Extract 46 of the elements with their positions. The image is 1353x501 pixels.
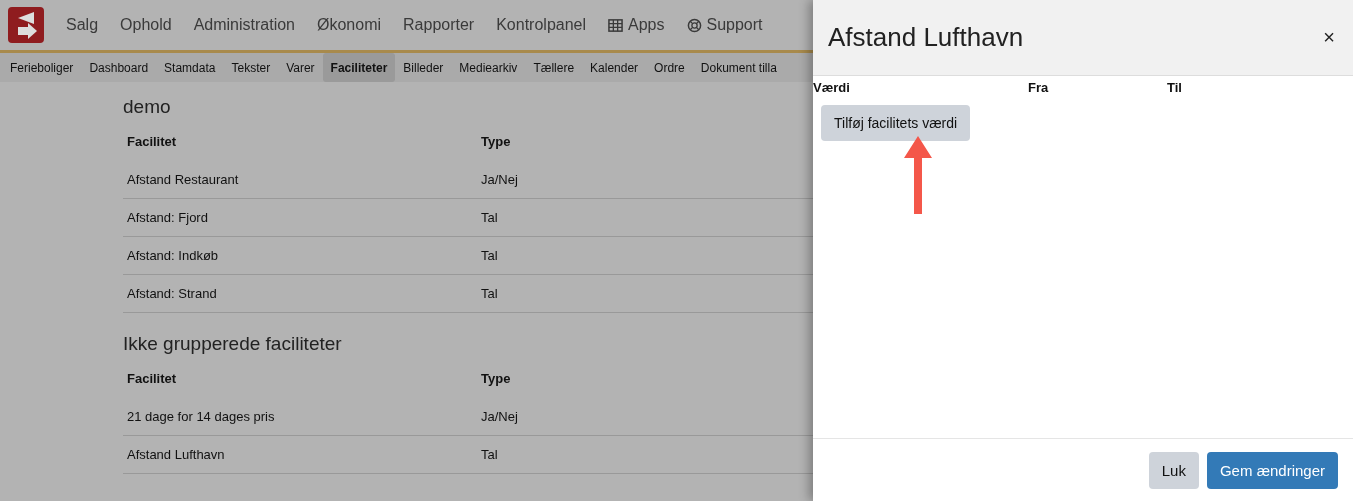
table-cell: Afstand: Indkøb bbox=[123, 236, 477, 275]
nav-tab[interactable]: Kalender bbox=[582, 53, 647, 82]
column-header: Type bbox=[480, 133, 512, 151]
nav-tab[interactable]: Billeder bbox=[395, 53, 452, 82]
nav-tab[interactable]: Stamdata bbox=[156, 53, 224, 82]
nav-tab[interactable]: Dashboard bbox=[81, 53, 157, 82]
nav-link[interactable]: Rapporter bbox=[403, 16, 475, 34]
nav-link[interactable]: Administration bbox=[193, 16, 295, 34]
table-cell: Ja/Nej bbox=[477, 161, 813, 199]
table-cell: Afstand: Strand bbox=[123, 274, 477, 313]
nav-link[interactable]: Apps bbox=[608, 16, 665, 34]
close-button[interactable]: × bbox=[1323, 26, 1335, 49]
nav-link[interactable]: Salg bbox=[66, 16, 99, 34]
section-title: demo bbox=[123, 96, 172, 118]
nav-tab[interactable]: Tekster bbox=[223, 53, 279, 82]
nav-tab[interactable]: Faciliteter bbox=[322, 53, 396, 82]
nav-tab[interactable]: Ferieboliger bbox=[2, 53, 82, 82]
nav-tab[interactable]: Ordre bbox=[646, 53, 693, 82]
logo-icon[interactable] bbox=[8, 7, 44, 43]
nav-link[interactable]: Ophold bbox=[120, 16, 172, 34]
table-cell: Afstand Restaurant bbox=[123, 161, 477, 199]
column-header: Facilitet bbox=[126, 370, 178, 388]
nav-link[interactable]: Support bbox=[686, 16, 763, 34]
table-cell: Afstand: Fjord bbox=[123, 198, 477, 237]
lifebuoy-icon bbox=[686, 17, 702, 33]
column-header: Værdi bbox=[813, 80, 851, 95]
nav-link[interactable]: Kontrolpanel bbox=[496, 16, 587, 34]
nav-tab[interactable]: Tællere bbox=[525, 53, 583, 82]
grid-icon bbox=[608, 17, 624, 33]
table-cell: Tal bbox=[477, 435, 813, 474]
nav-link[interactable]: Økonomi bbox=[317, 16, 382, 34]
column-header: Facilitet bbox=[126, 133, 178, 151]
column-header: Type bbox=[480, 370, 512, 388]
panel-title: Afstand Lufthavn bbox=[828, 22, 1024, 53]
nav-tab[interactable]: Dokument tilla bbox=[692, 53, 785, 82]
add-value-button[interactable]: Tilføj facilitets værdi bbox=[821, 105, 971, 141]
table-cell: Ja/Nej bbox=[477, 398, 813, 436]
save-button[interactable]: Gem ændringer bbox=[1206, 451, 1338, 489]
column-header: Til bbox=[1167, 80, 1182, 95]
section-title: Ikke grupperede faciliteter bbox=[123, 333, 343, 355]
table-cell: Afstand Lufthavn bbox=[123, 435, 477, 474]
column-header: Fra bbox=[1028, 80, 1050, 95]
close-button[interactable]: Luk bbox=[1148, 451, 1199, 489]
nav-tab[interactable]: Mediearkiv bbox=[451, 53, 526, 82]
table-cell: 21 dage for 14 dages pris bbox=[123, 398, 477, 436]
nav-tab[interactable]: Varer bbox=[278, 53, 323, 82]
